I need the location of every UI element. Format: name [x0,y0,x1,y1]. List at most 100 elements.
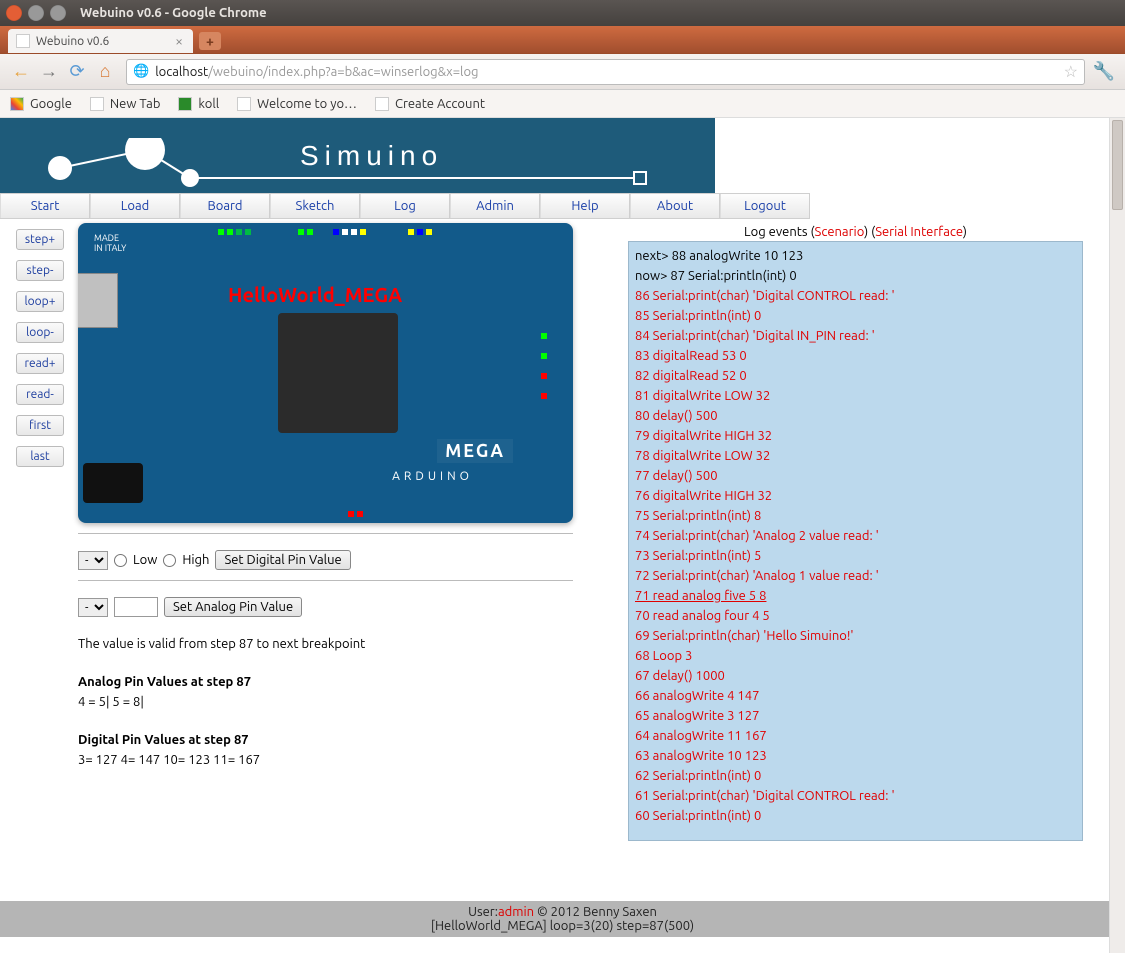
new-tab-button[interactable]: + [199,32,221,50]
page-scrollbar[interactable] [1109,118,1125,953]
bookmark-google[interactable]: Google [10,97,72,111]
log-line[interactable]: 70 read analog four 4 5 [635,606,1076,626]
read-plus-button[interactable]: read+ [16,353,64,374]
log-line[interactable]: 65 analogWrite 3 127 [635,706,1076,726]
reload-button[interactable]: ⟳ [64,59,90,85]
loop-plus-button[interactable]: loop+ [16,291,64,312]
window-maximize-button[interactable] [50,5,66,21]
window-titlebar: Webuino v0.6 - Google Chrome [0,0,1125,26]
log-line[interactable]: 64 analogWrite 11 167 [635,726,1076,746]
digital-low-label: Low [133,553,157,567]
analog-values: 4 = 5| 5 = 8| [78,695,608,709]
log-panel[interactable]: next> 88 analogWrite 10 123now> 87 Seria… [628,241,1083,841]
user-name: admin [498,905,534,919]
google-icon [10,97,24,111]
app-banner: Simuino [0,118,715,193]
grid-icon [178,97,192,111]
bookmark-welcome[interactable]: Welcome to yo… [237,97,357,111]
log-line[interactable]: 77 delay() 500 [635,466,1076,486]
footer-status: [HelloWorld_MEGA] loop=3(20) step=87(500… [0,919,1125,933]
log-line[interactable]: 84 Serial:print(char) 'Digital IN_PIN re… [635,326,1076,346]
log-line[interactable]: 75 Serial:println(int) 8 [635,506,1076,526]
window-minimize-button[interactable] [28,5,44,21]
analog-values-heading: Analog Pin Values at step 87 [78,675,608,689]
forward-button[interactable]: → [36,59,62,85]
log-line[interactable]: 79 digitalWrite HIGH 32 [635,426,1076,446]
site-info-icon[interactable]: 🌐 [133,64,149,79]
first-button[interactable]: first [16,415,64,436]
step-plus-button[interactable]: step+ [16,229,64,250]
bookmark-newtab[interactable]: New Tab [90,97,161,111]
scrollbar-thumb[interactable] [1112,120,1123,210]
log-line[interactable]: 72 Serial:print(char) 'Analog 1 value re… [635,566,1076,586]
bookmark-star-icon[interactable]: ☆ [1064,62,1078,81]
log-line[interactable]: 83 digitalRead 53 0 [635,346,1076,366]
log-serial-link[interactable]: Serial Interface [875,225,963,239]
home-button[interactable]: ⌂ [92,59,118,85]
log-line[interactable]: 71 read analog five 5 8 [635,586,1076,606]
last-button[interactable]: last [16,446,64,467]
window-title: Webuino v0.6 - Google Chrome [80,6,267,20]
log-line[interactable]: 67 delay() 1000 [635,666,1076,686]
set-analog-button[interactable]: Set Analog Pin Value [164,597,302,617]
page-icon [375,97,389,111]
url-host: localhost [155,65,208,79]
analog-value-input[interactable] [114,597,158,617]
set-digital-button[interactable]: Set Digital Pin Value [215,550,350,570]
log-line[interactable]: 76 digitalWrite HIGH 32 [635,486,1076,506]
analog-pin-select[interactable]: - [78,598,108,617]
step-sidebar: step+ step- loop+ loop- read+ read- firs… [0,219,78,477]
page-icon [237,97,251,111]
power-jack [83,463,143,503]
log-line[interactable]: 60 Serial:println(int) 0 [635,806,1076,826]
bookmarks-bar: Google New Tab koll Welcome to yo… Creat… [0,90,1125,118]
nav-logout[interactable]: Logout [720,194,810,218]
log-line[interactable]: 68 Loop 3 [635,646,1076,666]
log-line[interactable]: 80 delay() 500 [635,406,1076,426]
log-scenario-link[interactable]: Scenario [815,225,865,239]
log-line[interactable]: 74 Serial:print(char) 'Analog 2 value re… [635,526,1076,546]
log-header: Log events (Scenario) (Serial Interface) [628,225,1083,239]
browser-tabstrip: Webuino v0.6 × + [0,26,1125,54]
log-line[interactable]: 78 digitalWrite LOW 32 [635,446,1076,466]
log-line[interactable]: 62 Serial:println(int) 0 [635,766,1076,786]
tab-close-icon[interactable]: × [175,33,183,49]
address-bar[interactable]: 🌐 localhost/webuino/index.php?a=b&ac=win… [126,59,1085,85]
bookmark-koll[interactable]: koll [178,97,219,111]
browser-tab[interactable]: Webuino v0.6 × [8,29,193,53]
digital-high-label: High [182,553,209,567]
made-in-italy-label: MADE IN ITALY [94,233,126,253]
bookmark-create-account[interactable]: Create Account [375,97,485,111]
arduino-label: ARDUINO [392,470,473,483]
banner-logo [20,138,670,198]
log-line[interactable]: 73 Serial:println(int) 5 [635,546,1076,566]
log-line[interactable]: 82 digitalRead 52 0 [635,366,1076,386]
window-close-button[interactable] [6,5,22,21]
url-path: /webuino/index.php?a=b&ac=winserlog&x=lo… [208,65,478,79]
page-icon [90,97,104,111]
log-line[interactable]: 86 Serial:print(char) 'Digital CONTROL r… [635,286,1076,306]
sketch-name-overlay: HelloWorld_MEGA [228,283,402,306]
log-line[interactable]: 61 Serial:print(char) 'Digital CONTROL r… [635,786,1076,806]
log-line[interactable]: now> 87 Serial:println(int) 0 [635,266,1076,286]
digital-low-radio[interactable] [114,554,127,567]
back-button[interactable]: ← [8,59,34,85]
digital-high-radio[interactable] [163,554,176,567]
mcu-chip [278,313,398,433]
wrench-menu-icon[interactable]: 🔧 [1091,61,1117,82]
log-line[interactable]: 81 digitalWrite LOW 32 [635,386,1076,406]
page-favicon [16,34,30,48]
log-line[interactable]: 66 analogWrite 4 147 [635,686,1076,706]
log-line[interactable]: 63 analogWrite 10 123 [635,746,1076,766]
arduino-board-image: MADE IN ITALY [78,223,573,523]
digital-pin-select[interactable]: - [78,551,108,570]
loop-minus-button[interactable]: loop- [16,322,64,343]
log-line[interactable]: next> 88 analogWrite 10 123 [635,246,1076,266]
log-line[interactable]: 69 Serial:println(char) 'Hello Simuino!' [635,626,1076,646]
log-line[interactable]: 85 Serial:println(int) 0 [635,306,1076,326]
step-minus-button[interactable]: step- [16,260,64,281]
digital-values-heading: Digital Pin Values at step 87 [78,733,608,747]
mega-badge: MEGA [437,439,513,463]
validity-info: The value is valid from step 87 to next … [78,637,608,651]
read-minus-button[interactable]: read- [16,384,64,405]
